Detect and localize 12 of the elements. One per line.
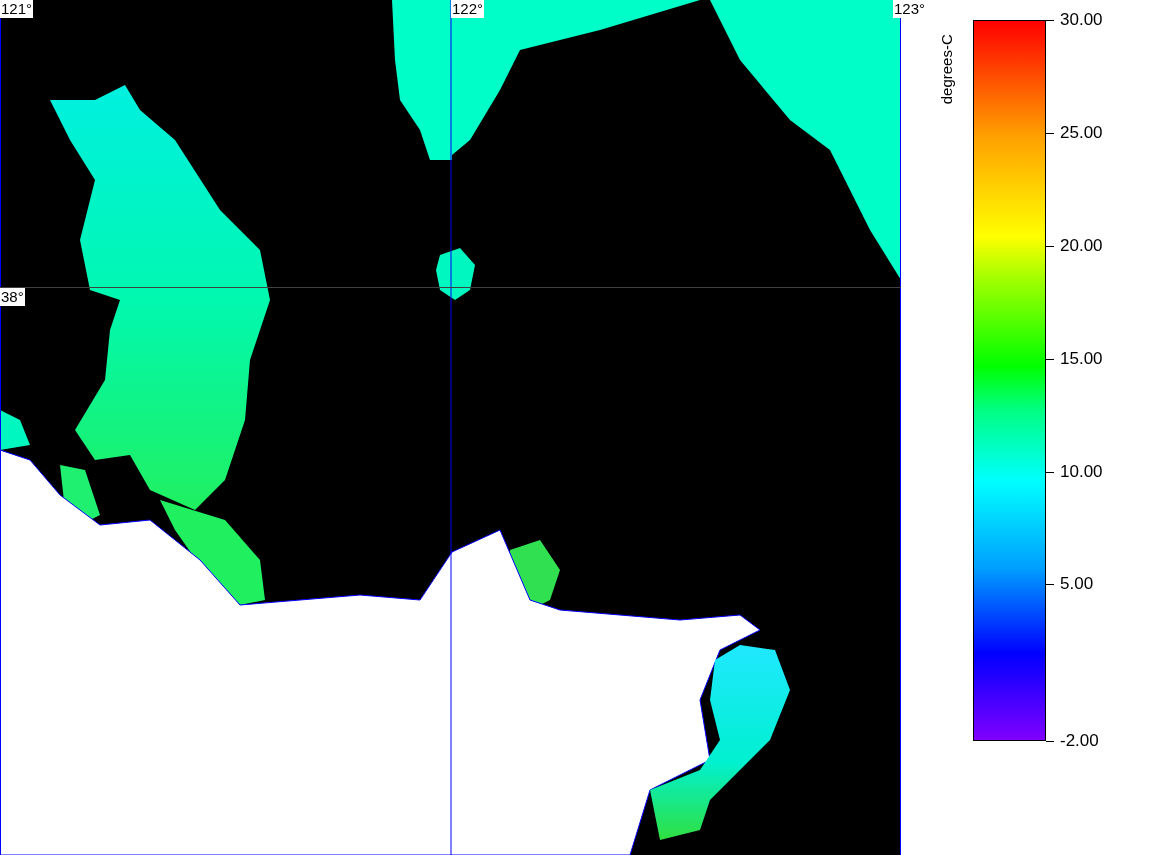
colorbar-label: 15.00 [1060,349,1103,369]
grid-label: 122° [451,0,485,18]
grid-label: 121° [0,0,34,18]
colorbar-label: 20.00 [1060,236,1103,256]
colorbar-label: 25.00 [1060,123,1103,143]
grid-label: 38° [0,288,25,306]
colorbar-label: 5.00 [1060,574,1094,594]
colorbar-label: 10.00 [1060,462,1103,482]
colorbar-label: -2.00 [1060,731,1099,751]
colorbar-label: 30.00 [1060,10,1103,30]
colorbar-title: degrees-C [936,34,956,105]
grid-label: 123° [893,0,927,18]
